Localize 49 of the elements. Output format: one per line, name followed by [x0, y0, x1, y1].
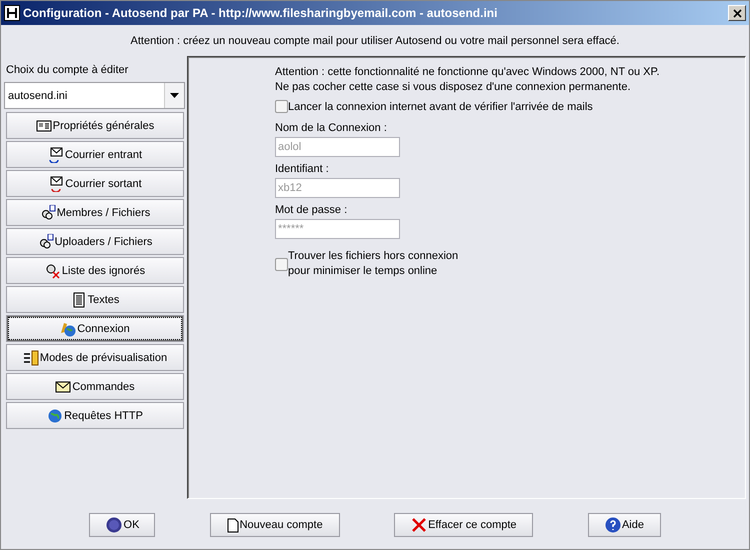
- people-cross-icon: [44, 262, 61, 278]
- document-icon: [70, 292, 87, 308]
- section-button[interactable]: Textes: [6, 286, 184, 313]
- checkbox[interactable]: [275, 100, 288, 113]
- round-icon: [104, 517, 123, 533]
- dialog-button[interactable]: OK: [89, 513, 155, 537]
- help-icon: [604, 517, 621, 533]
- section-button[interactable]: Courrier entrant: [6, 141, 184, 168]
- checkbox-label: pour minimiser le temps online: [288, 264, 438, 279]
- dialog-button[interactable]: Aide: [588, 513, 661, 537]
- globe-icon: [60, 320, 76, 336]
- list-icon: [22, 350, 39, 366]
- people-icon: [38, 234, 54, 250]
- field-label: Nom de la Connexion :: [275, 122, 388, 134]
- warning-text: Ne pas cocher cette case si vous disposez d'une connexion permanente.: [275, 80, 632, 95]
- id-card-icon: [36, 118, 52, 134]
- account-label: Choix du compte à éditer: [5, 63, 130, 78]
- notice-text: Attention : créez un nouveau compte mail pour utiliser Autosend ou votre mail personnel sera effacé.: [130, 35, 620, 47]
- section-button[interactable]: Requêtes HTTP: [6, 402, 184, 429]
- dropdown-button[interactable]: [164, 83, 184, 108]
- people-icon: [40, 204, 56, 220]
- section-button[interactable]: Membres / Fichiers: [6, 199, 184, 226]
- section-button[interactable]: Commandes: [6, 373, 184, 400]
- cross-icon: [411, 517, 428, 533]
- checkbox-label: Trouver les fichiers hors connexion: [288, 249, 458, 264]
- close-button[interactable]: [728, 5, 746, 21]
- envelope-icon: [48, 176, 64, 192]
- checkbox[interactable]: [275, 258, 288, 270]
- warning-text: Attention : cette fonctionnalité ne fonctionne qu'avec Windows 2000, NT ou XP.: [275, 65, 660, 80]
- dialog-button[interactable]: Nouveau compte: [210, 513, 340, 537]
- close-icon: [732, 8, 742, 18]
- section-button[interactable]: Connexion: [6, 315, 184, 342]
- app-icon: [4, 5, 20, 21]
- globe-icon: [47, 408, 64, 424]
- envelope-icon: [48, 146, 64, 162]
- window-title: Configuration - Autosend par PA - http://www.filesharingbyemail.com - autosend.ini: [23, 6, 498, 20]
- section-button[interactable]: Modes de prévisualisation: [6, 344, 184, 371]
- blank-page-icon: [226, 518, 239, 532]
- caret-icon: [170, 93, 179, 98]
- account-dropdown[interactable]: autosend.ini: [4, 82, 185, 109]
- checkbox-label: Lancer la connexion internet avant de vérifier l'arrivée de mails: [288, 100, 593, 112]
- section-button[interactable]: Courrier sortant: [6, 170, 184, 197]
- field-label: Identifiant :: [275, 163, 330, 175]
- dialog-button[interactable]: Effacer ce compte: [394, 513, 534, 537]
- section-button[interactable]: Uploaders / Fichiers: [6, 228, 184, 255]
- envelope-icon: [55, 378, 72, 394]
- field-label: Mot de passe :: [275, 204, 348, 216]
- section-button[interactable]: Propriétés générales: [6, 112, 184, 139]
- section-button[interactable]: Liste des ignorés: [6, 257, 184, 284]
